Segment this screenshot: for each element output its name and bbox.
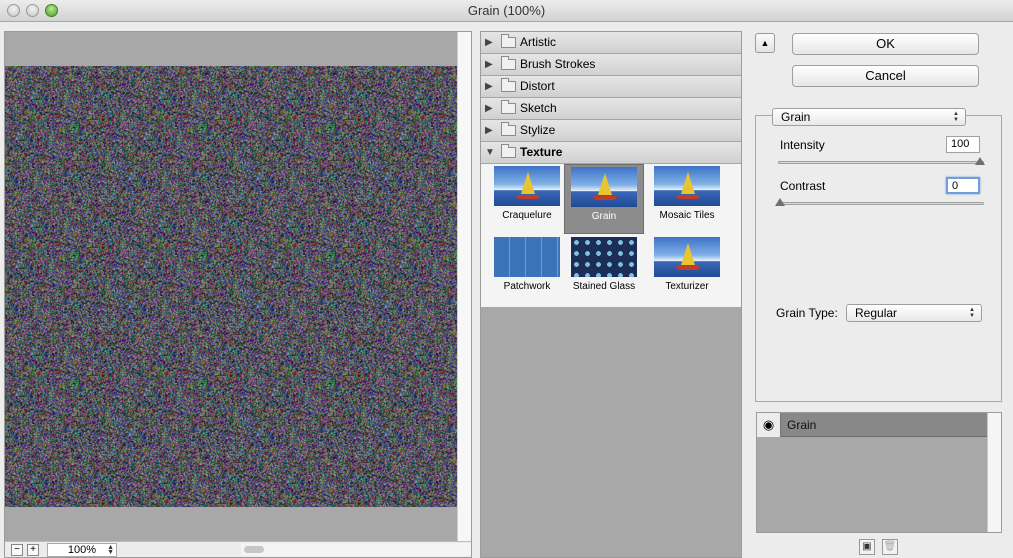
minimize-window-button[interactable]: [26, 4, 39, 17]
filter-thumbnail: [654, 166, 720, 206]
filter-mosaic-tiles[interactable]: Mosaic Tiles: [647, 164, 727, 234]
filter-thumbnail: [571, 167, 637, 207]
filter-stained-glass[interactable]: Stained Glass: [564, 235, 644, 305]
intensity-input[interactable]: 100: [946, 136, 980, 153]
zoom-stepper-icon[interactable]: ▲ ▼: [107, 544, 114, 556]
zoom-level-field[interactable]: 100% ▲ ▼: [47, 543, 117, 557]
intensity-slider[interactable]: [778, 157, 985, 165]
filter-label: Stained Glass: [572, 281, 636, 292]
trash-icon[interactable]: 🗑: [882, 539, 898, 555]
disclosure-right-icon[interactable]: ▶: [485, 32, 493, 53]
category-texture[interactable]: ▼ Texture: [481, 142, 741, 164]
filter-thumbnail: [494, 166, 560, 206]
zoom-in-button[interactable]: +: [27, 544, 39, 556]
filter-thumbnail: [494, 237, 560, 277]
filter-craquelure[interactable]: Craquelure: [487, 164, 567, 234]
category-label: Texture: [520, 145, 563, 159]
filter-label: Craquelure: [502, 210, 552, 221]
filter-settings-box: Grain ▲ ▼ Intensity 100 Contrast 0 Grain …: [755, 108, 1002, 402]
open-folder-icon: [501, 144, 516, 158]
filter-patchwork[interactable]: Patchwork: [487, 235, 567, 305]
slider-knob[interactable]: [775, 198, 785, 206]
window-title: Grain (100%): [467, 3, 546, 18]
filter-label: Patchwork: [503, 281, 551, 292]
filter-label: Texturizer: [665, 281, 709, 292]
layers-scrollbar[interactable]: [987, 413, 1001, 532]
zoom-window-button[interactable]: [45, 4, 58, 17]
filter-select-value: Grain: [781, 110, 811, 124]
disclosure-down-icon[interactable]: ▼: [485, 142, 495, 163]
ok-button[interactable]: OK: [792, 33, 979, 55]
close-window-button[interactable]: [7, 4, 20, 17]
contrast-slider[interactable]: [775, 198, 984, 206]
slider-knob[interactable]: [975, 157, 985, 165]
settings-panel: ▲ OK Cancel Grain ▲ ▼ Intensity 100 Contr…: [752, 31, 1012, 558]
filter-label: Mosaic Tiles: [659, 210, 715, 221]
category-label: Sketch: [520, 101, 557, 115]
select-arrows-icon: ▲ ▼: [969, 307, 975, 319]
filter-thumbnail: [571, 237, 637, 277]
texture-filter-grid: Craquelure Grain Mosaic Tiles Patchwork …: [481, 164, 741, 307]
contrast-label: Contrast: [780, 179, 826, 193]
collapse-browser-button[interactable]: ▲: [755, 33, 775, 53]
folder-icon: [501, 100, 516, 114]
disclosure-right-icon[interactable]: ▶: [485, 120, 493, 141]
zoom-out-button[interactable]: −: [11, 544, 23, 556]
folder-icon: [501, 34, 516, 48]
category-label: Stylize: [520, 123, 556, 137]
folder-icon: [501, 122, 516, 136]
intensity-label: Intensity: [780, 138, 825, 152]
disclosure-right-icon[interactable]: ▶: [485, 98, 493, 119]
preview-panel: − + 100% ▲ ▼: [4, 31, 472, 558]
filter-grain[interactable]: Grain: [564, 164, 644, 234]
folder-icon: [501, 78, 516, 92]
select-arrows-icon: ▲ ▼: [953, 111, 959, 123]
preview-image[interactable]: [5, 66, 457, 507]
disclosure-right-icon[interactable]: ▶: [485, 76, 493, 97]
scroll-thumb[interactable]: [244, 546, 264, 553]
zoom-level-value: 100%: [67, 544, 97, 556]
preview-vertical-scrollbar[interactable]: [457, 32, 471, 542]
category-label: Brush Strokes: [520, 57, 596, 71]
filter-browser: ▶ Artistic ▶ Brush Strokes ▶ Distort ▶ S…: [480, 31, 742, 558]
category-sketch[interactable]: ▶ Sketch: [481, 98, 741, 120]
zoom-bar: − + 100% ▲ ▼: [5, 541, 471, 557]
cancel-button[interactable]: Cancel: [792, 65, 979, 87]
category-brush-strokes[interactable]: ▶ Brush Strokes: [481, 54, 741, 76]
category-label: Distort: [520, 79, 555, 93]
title-bar: Grain (100%): [0, 0, 1013, 22]
preview-horizontal-scrollbar[interactable]: [241, 543, 471, 556]
filter-texturizer[interactable]: Texturizer: [647, 235, 727, 305]
effect-layer-row[interactable]: ◉ Grain: [757, 413, 987, 437]
eye-icon[interactable]: ◉: [757, 413, 781, 437]
filter-label: Grain: [591, 211, 617, 222]
category-distort[interactable]: ▶ Distort: [481, 76, 741, 98]
grain-type-value: Regular: [855, 306, 898, 320]
category-label: Artistic: [520, 35, 556, 49]
category-stylize[interactable]: ▶ Stylize: [481, 120, 741, 142]
effect-layers-list: ◉ Grain: [756, 412, 1002, 533]
filter-select[interactable]: Grain ▲ ▼: [772, 108, 966, 126]
folder-icon: [501, 56, 516, 70]
grain-type-label: Grain Type:: [776, 306, 838, 320]
filter-thumbnail: [654, 237, 720, 277]
contrast-input[interactable]: 0: [946, 177, 980, 194]
grain-type-select[interactable]: Regular ▲ ▼: [846, 304, 982, 322]
category-artistic[interactable]: ▶ Artistic: [481, 32, 741, 54]
new-effect-layer-icon[interactable]: ▣: [859, 539, 875, 555]
disclosure-right-icon[interactable]: ▶: [485, 54, 493, 75]
layer-name: Grain: [787, 418, 817, 432]
